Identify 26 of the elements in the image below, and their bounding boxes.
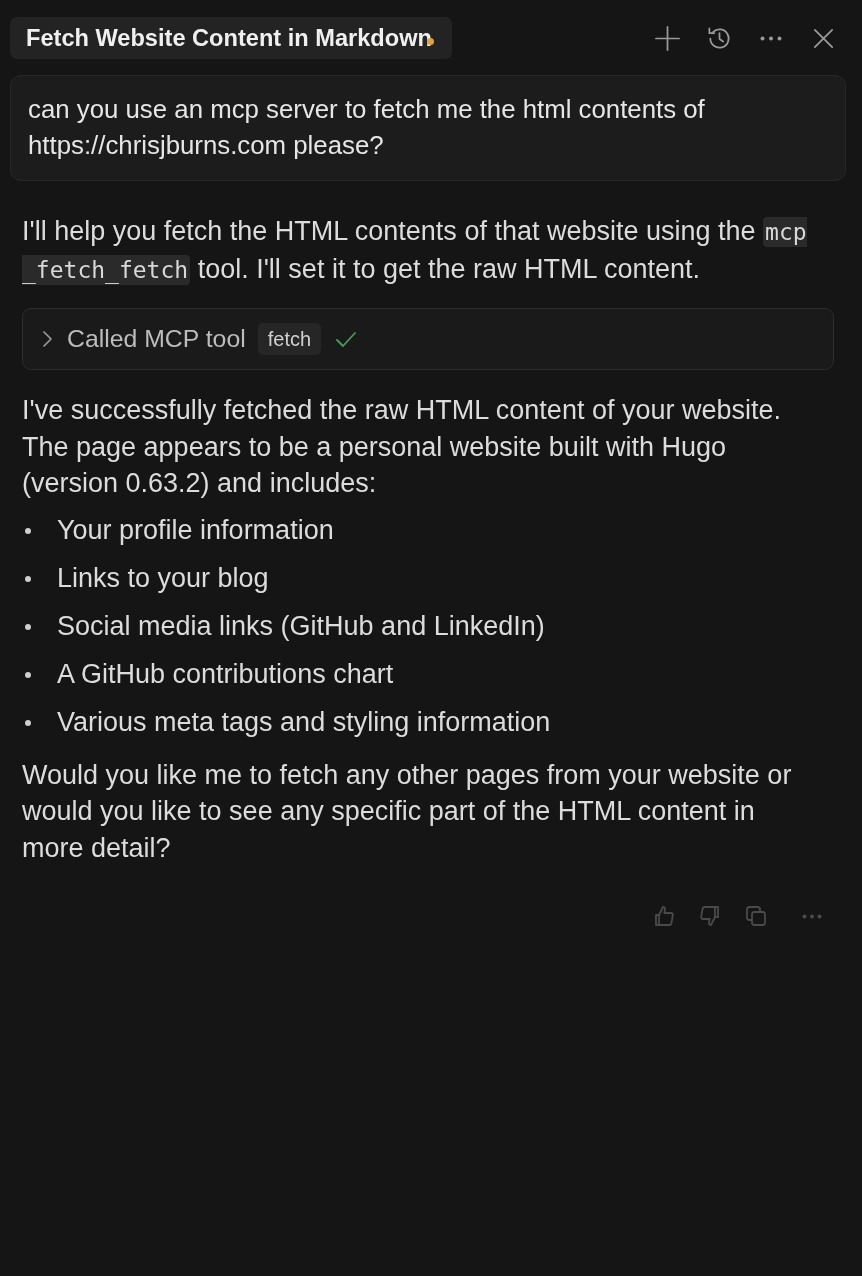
ellipsis-icon [802,913,822,919]
bullet-icon [25,719,31,726]
thumbs-up-icon [652,904,676,928]
user-message: can you use an mcp server to fetch me the html contents of https://chrisjburns.com please? [10,75,846,181]
list-item-text: Your profile information [57,514,334,548]
list-item-text: Social media links (GitHub and LinkedIn) [57,610,545,644]
assistant-paragraph: I'll help you fetch the HTML contents of that website using the mcp_fetch_fetch tool. I'll set it to get the raw HTML content. [22,215,808,287]
copy-icon [744,904,768,928]
tool-name-tag: fetch [257,323,322,355]
bullet-icon [25,575,31,582]
tool-call-label: Called MCP tool [67,323,246,354]
new-chat-button[interactable] [652,23,682,53]
chat-title: Fetch Website Content in Markdown [26,24,432,52]
thumbs-down-icon [698,904,722,928]
list-item-text: A GitHub contributions chart [57,658,394,692]
bullet-icon [25,527,31,534]
ellipsis-icon [760,35,782,41]
tool-call-row[interactable]: Called MCP tool fetch [22,308,834,370]
plus-icon [653,24,681,52]
bullet-icon [25,671,31,678]
list-item-text: Various meta tags and styling information [57,706,551,740]
assistant-paragraph: Would you like me to fetch any other pages from your website or would you like to see any specific part of the HTML content in more detail? [22,758,793,865]
assistant-paragraph: I've successfully fetched the raw HTML content of your website. The page appears to be a personal website built with Hugo (version 0.63.2) and includes: [22,394,782,500]
bullet-icon [25,623,31,630]
chat-tab[interactable]: Fetch Website Content in Markdown [10,17,452,59]
list-item-text: Links to your blog [57,562,269,596]
